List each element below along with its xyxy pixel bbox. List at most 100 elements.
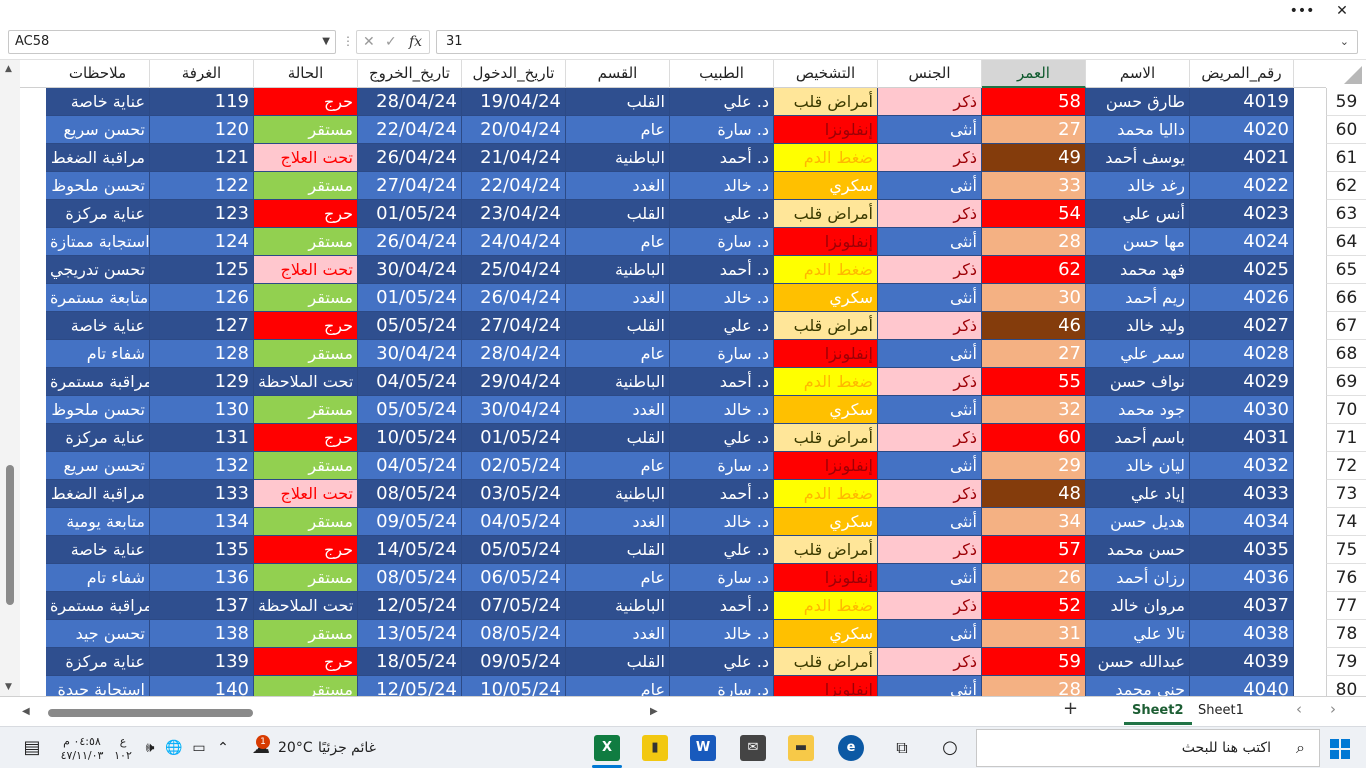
- cell-name[interactable]: حسن محمد: [1086, 536, 1190, 564]
- scroll-right-icon[interactable]: ▶: [650, 706, 658, 717]
- cell-diag[interactable]: إنفلونزا: [774, 116, 878, 144]
- excel-icon[interactable]: X: [594, 735, 620, 761]
- cell-status[interactable]: مستقر: [254, 676, 358, 696]
- cell-id[interactable]: 4019: [1190, 88, 1294, 116]
- cell-notes[interactable]: متابعة مستمرة: [46, 284, 150, 312]
- cell-id[interactable]: 4036: [1190, 564, 1294, 592]
- cell-room[interactable]: 125: [150, 256, 254, 284]
- cell-age[interactable]: 28: [982, 228, 1086, 256]
- cell-diag[interactable]: إنفلونزا: [774, 340, 878, 368]
- chevron-down-icon[interactable]: ▼: [322, 31, 330, 53]
- cell-room[interactable]: 129: [150, 368, 254, 396]
- cell-dept[interactable]: عام: [566, 228, 670, 256]
- row-header[interactable]: 79: [1326, 648, 1366, 676]
- cell-name[interactable]: باسم أحمد: [1086, 424, 1190, 452]
- notifications-icon[interactable]: ▤: [18, 731, 46, 765]
- row-header[interactable]: 75: [1326, 536, 1366, 564]
- cell-id[interactable]: 4037: [1190, 592, 1294, 620]
- cell-age[interactable]: 52: [982, 592, 1086, 620]
- cell-name[interactable]: ريم أحمد: [1086, 284, 1190, 312]
- cell-admit[interactable]: 04/05/24: [462, 508, 566, 536]
- close-button[interactable]: ✕: [1322, 0, 1362, 24]
- cell-dept[interactable]: القلب: [566, 88, 670, 116]
- cell-status[interactable]: مستقر: [254, 228, 358, 256]
- cell-doctor[interactable]: د. أحمد: [670, 368, 774, 396]
- cell-age[interactable]: 31: [982, 620, 1086, 648]
- cell-dept[interactable]: الباطنية: [566, 368, 670, 396]
- cell-room[interactable]: 126: [150, 284, 254, 312]
- cell-id[interactable]: 4028: [1190, 340, 1294, 368]
- cell-diag[interactable]: إنفلونزا: [774, 228, 878, 256]
- cell-gender[interactable]: أنثى: [878, 228, 982, 256]
- cell-admit[interactable]: 07/05/24: [462, 592, 566, 620]
- cell-id[interactable]: 4032: [1190, 452, 1294, 480]
- cell-diag[interactable]: سكري: [774, 172, 878, 200]
- cell-age[interactable]: 57: [982, 536, 1086, 564]
- cell-age[interactable]: 34: [982, 508, 1086, 536]
- show-hidden-icons-icon[interactable]: ⌃: [214, 731, 232, 765]
- cell-diag[interactable]: سكري: [774, 508, 878, 536]
- cell-id[interactable]: 4039: [1190, 648, 1294, 676]
- cell-discharge[interactable]: 10/05/24: [358, 424, 462, 452]
- cell-status[interactable]: مستقر: [254, 564, 358, 592]
- cell-name[interactable]: رغد خالد: [1086, 172, 1190, 200]
- cell-status[interactable]: تحت العلاج: [254, 480, 358, 508]
- cell-name[interactable]: وليد خالد: [1086, 312, 1190, 340]
- clock[interactable]: ٠٤:٥٨ م ٤٧/١١/٠٣: [52, 731, 112, 765]
- cell-discharge[interactable]: 01/05/24: [358, 284, 462, 312]
- cell-notes[interactable]: مراقبة الضغط: [46, 480, 150, 508]
- cell-discharge[interactable]: 28/04/24: [358, 88, 462, 116]
- row-header[interactable]: 69: [1326, 368, 1366, 396]
- vertical-scrollbar[interactable]: ▲ ▼: [0, 60, 20, 696]
- cell-admit[interactable]: 08/05/24: [462, 620, 566, 648]
- cell-id[interactable]: 4026: [1190, 284, 1294, 312]
- cortana-icon[interactable]: ○: [938, 731, 962, 765]
- cell-id[interactable]: 4034: [1190, 508, 1294, 536]
- cell-room[interactable]: 137: [150, 592, 254, 620]
- select-all-icon[interactable]: [1344, 66, 1362, 84]
- cell-name[interactable]: طارق حسن: [1086, 88, 1190, 116]
- cell-age[interactable]: 28: [982, 676, 1086, 696]
- cell-gender[interactable]: ذكر: [878, 592, 982, 620]
- cell-name[interactable]: هديل حسن: [1086, 508, 1190, 536]
- cell-discharge[interactable]: 27/04/24: [358, 172, 462, 200]
- more-options-button[interactable]: •••: [1282, 0, 1322, 24]
- cell-diag[interactable]: أمراض قلب: [774, 648, 878, 676]
- cell-admit[interactable]: 03/05/24: [462, 480, 566, 508]
- cell-notes[interactable]: عناية خاصة: [46, 88, 150, 116]
- cell-discharge[interactable]: 12/05/24: [358, 676, 462, 696]
- cell-id[interactable]: 4038: [1190, 620, 1294, 648]
- cell-doctor[interactable]: د. علي: [670, 424, 774, 452]
- cell-notes[interactable]: مراقبة مستمرة: [46, 592, 150, 620]
- cell-id[interactable]: 4023: [1190, 200, 1294, 228]
- cell-discharge[interactable]: 08/05/24: [358, 564, 462, 592]
- cell-doctor[interactable]: د. أحمد: [670, 592, 774, 620]
- row-header[interactable]: 65: [1326, 256, 1366, 284]
- horizontal-scrollbar[interactable]: ◀ ▶: [22, 706, 662, 718]
- cell-notes[interactable]: تحسن ملحوظ: [46, 172, 150, 200]
- cell-gender[interactable]: أنثى: [878, 340, 982, 368]
- cell-gender[interactable]: ذكر: [878, 88, 982, 116]
- cell-room[interactable]: 123: [150, 200, 254, 228]
- cell-notes[interactable]: عناية مركزة: [46, 200, 150, 228]
- cell-status[interactable]: تحت الملاحظة: [254, 368, 358, 396]
- column-header-gender[interactable]: الجنس: [878, 60, 982, 88]
- cell-gender[interactable]: ذكر: [878, 536, 982, 564]
- cell-name[interactable]: سمر علي: [1086, 340, 1190, 368]
- row-header[interactable]: 78: [1326, 620, 1366, 648]
- cell-age[interactable]: 59: [982, 648, 1086, 676]
- cell-notes[interactable]: شفاء تام: [46, 564, 150, 592]
- cell-discharge[interactable]: 04/05/24: [358, 452, 462, 480]
- cell-age[interactable]: 26: [982, 564, 1086, 592]
- cell-doctor[interactable]: د. سارة: [670, 676, 774, 696]
- weather-text[interactable]: غائم جزئيًا: [316, 731, 376, 765]
- battery-icon[interactable]: ▭: [188, 731, 210, 765]
- cell-notes[interactable]: عناية مركزة: [46, 648, 150, 676]
- cell-admit[interactable]: 27/04/24: [462, 312, 566, 340]
- cell-doctor[interactable]: د. خالد: [670, 172, 774, 200]
- cell-dept[interactable]: القلب: [566, 200, 670, 228]
- cell-id[interactable]: 4027: [1190, 312, 1294, 340]
- cell-status[interactable]: تحت العلاج: [254, 256, 358, 284]
- edge-icon[interactable]: e: [838, 735, 864, 761]
- row-header[interactable]: 62: [1326, 172, 1366, 200]
